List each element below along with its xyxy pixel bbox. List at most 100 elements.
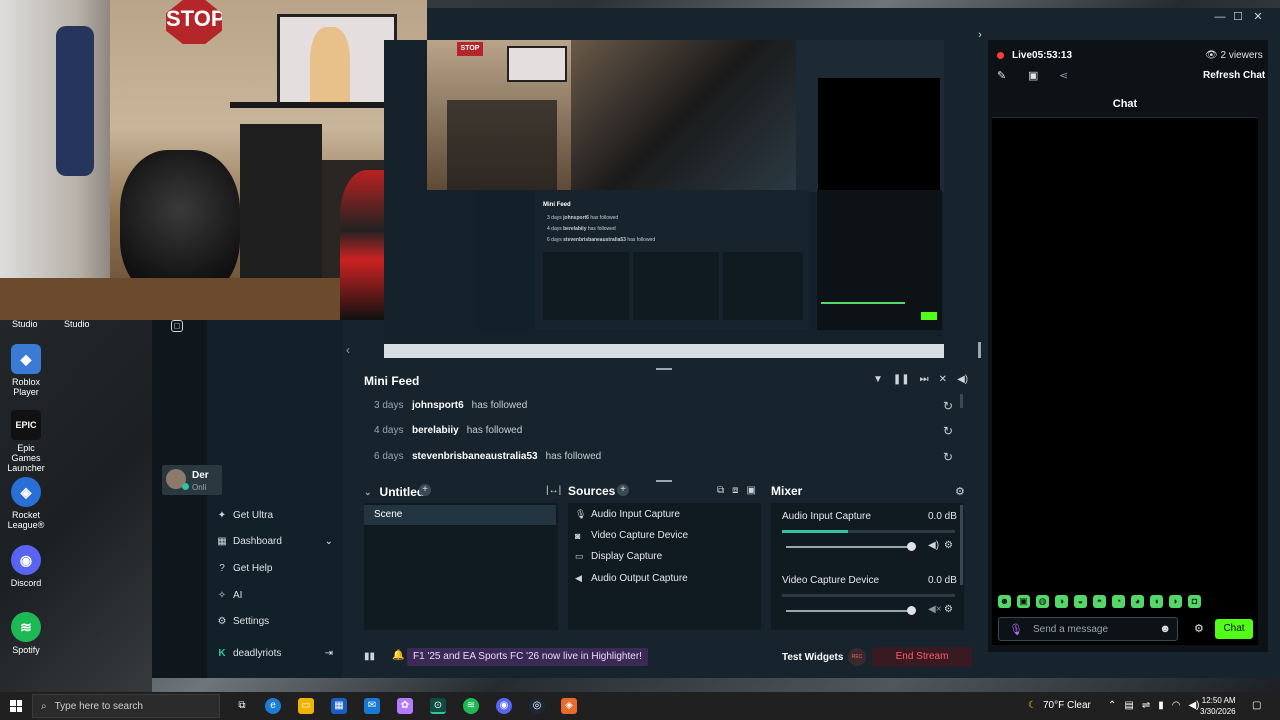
taskbar-search[interactable]: ⌕ Type here to search <box>32 694 220 718</box>
skip-icon[interactable]: ⏭ <box>920 374 929 385</box>
pencil-icon[interactable]: ✎ <box>997 69 1006 82</box>
mixer-settings-gear-icon[interactable]: ⚙ <box>955 485 965 498</box>
volume-slider[interactable] <box>786 606 916 615</box>
spotify-taskbar-icon[interactable]: ≋ <box>463 698 479 714</box>
highlighter-notice[interactable]: F1 '25 and EA Sports FC '26 now live in … <box>407 648 648 666</box>
tray-chevron-icon[interactable]: ⌃ <box>1108 700 1116 711</box>
desktop-icon-roblox[interactable]: ◆ Roblox Player <box>2 344 50 397</box>
notification-icon[interactable]: ▢ <box>1252 700 1261 711</box>
add-source-button[interactable]: + <box>617 484 629 496</box>
emoji-icon[interactable]: ☻ <box>1159 623 1171 635</box>
drag-handle[interactable] <box>656 480 672 482</box>
performance-stats-icon[interactable]: ▮▮ <box>364 651 375 662</box>
desktop-icon-epic[interactable]: EPIC Epic Games Launcher <box>2 410 50 473</box>
group-icon[interactable]: ⧈ <box>732 485 738 496</box>
test-widgets-button[interactable]: Test Widgets <box>782 652 843 663</box>
volume-slider[interactable] <box>786 542 916 551</box>
search-input[interactable]: Type here to search <box>55 701 143 712</box>
nav-get-ultra[interactable]: ✦ Get Ultra <box>217 510 273 521</box>
steam-icon[interactable]: ◎ <box>529 698 545 714</box>
logout-icon[interactable]: ⇥ <box>325 648 333 659</box>
usb-icon[interactable]: ⇌ <box>1142 700 1150 711</box>
nav-dashboard[interactable]: ▦ Dashboard ⌄ <box>217 536 333 547</box>
send-chat-button[interactable]: Chat <box>1215 619 1253 639</box>
add-scene-button[interactable]: + <box>419 484 431 496</box>
nav-get-help[interactable]: ? Get Help <box>217 563 272 574</box>
filter-icon[interactable]: ▼ <box>873 374 883 385</box>
edge-icon[interactable]: e <box>265 698 281 714</box>
feed-user[interactable]: stevenbrisbaneaustralia53 <box>412 451 538 462</box>
pause-icon[interactable]: ❚❚ <box>893 374 910 385</box>
clock[interactable]: 12:50 AM 3/30/2026 <box>1200 695 1236 717</box>
mini-feed-scrollbar[interactable] <box>960 394 963 408</box>
battery-icon[interactable]: ▮ <box>1158 700 1164 711</box>
network-icon[interactable]: ▤ <box>1124 700 1133 711</box>
minimize-button[interactable]: — <box>1210 8 1230 26</box>
mixer-scrollbar[interactable] <box>960 505 963 585</box>
emote-icon[interactable]: ◕ <box>1131 595 1144 608</box>
scene-transition-icon[interactable]: |↔| <box>546 485 561 496</box>
source-item[interactable]: 🎙 Audio Input Capture <box>575 509 680 520</box>
replay-alert-icon[interactable]: ↻ <box>943 425 955 437</box>
windows-start-icon[interactable] <box>10 700 22 712</box>
share-icon[interactable]: ⋖ <box>1059 69 1068 82</box>
emote-icon[interactable]: ◔ <box>1112 595 1125 608</box>
drag-handle[interactable] <box>656 368 672 370</box>
volume-slider-knob[interactable] <box>907 606 916 615</box>
emote-icon[interactable]: ◍ <box>1036 595 1049 608</box>
channel-settings-gear-icon[interactable]: ⚙ <box>944 604 953 615</box>
desktop-icon-rocket-league[interactable]: ◈ Rocket League® <box>2 477 50 530</box>
task-view-icon[interactable]: ⧉ <box>234 698 250 714</box>
chevron-right-icon[interactable]: › <box>970 26 990 44</box>
emote-icon[interactable]: ◑ <box>1055 595 1068 608</box>
clip-icon[interactable]: ▣ <box>1028 69 1038 82</box>
preview-resize-handle[interactable] <box>978 342 981 358</box>
mute-alerts-icon[interactable]: ✕ <box>939 374 947 385</box>
source-item[interactable]: ▭ Display Capture <box>575 551 662 562</box>
emote-icon[interactable]: ◘ <box>1188 595 1201 608</box>
nav-settings[interactable]: ⚙ Settings <box>217 616 270 627</box>
copilot-icon[interactable]: ✿ <box>397 698 413 714</box>
volume-icon[interactable]: ◀) <box>957 374 968 385</box>
emote-icon[interactable]: ◓ <box>1093 595 1106 608</box>
close-button[interactable]: ✕ <box>1248 8 1268 26</box>
replay-alert-icon[interactable]: ↻ <box>943 400 955 412</box>
chat-settings-gear-icon[interactable]: ⚙ <box>1194 622 1204 635</box>
app-taskbar-icon[interactable]: ◈ <box>561 698 577 714</box>
refresh-chat-button[interactable]: Refresh Chat <box>1203 70 1265 81</box>
speaker-mute-icon[interactable]: ◀) <box>928 540 939 551</box>
scene-collection-selector[interactable]: ⌄ Untitled <box>364 485 424 499</box>
file-explorer-icon[interactable]: ▭ <box>298 698 314 714</box>
streamlabs-taskbar-icon[interactable]: ⊙ <box>430 698 446 714</box>
maximize-button[interactable]: ☐ <box>1228 8 1248 26</box>
studio-mode-icon[interactable]: ◻ <box>171 320 183 332</box>
feed-user[interactable]: johnsport6 <box>412 400 464 411</box>
nav-account[interactable]: K deadlyriots ⇥ <box>217 648 333 659</box>
user-card[interactable]: Der Onli <box>162 465 222 495</box>
emote-icon[interactable]: ◗ <box>1169 595 1182 608</box>
feed-user[interactable]: berelabiiy <box>412 425 459 436</box>
emote-icon[interactable]: ▣ <box>1017 595 1030 608</box>
end-stream-button[interactable]: End Stream <box>872 647 972 667</box>
emote-icon[interactable]: ◖ <box>1150 595 1163 608</box>
bell-icon[interactable]: 🔔 <box>392 650 404 661</box>
desktop-icon-spotify[interactable]: ≋ Spotify <box>2 612 50 655</box>
emote-icon[interactable]: ◒ <box>1074 595 1087 608</box>
replay-alert-icon[interactable]: ↻ <box>943 451 955 463</box>
weather-widget[interactable]: ☾ 70°F Clear <box>1028 700 1091 711</box>
record-button[interactable]: REC <box>848 648 866 666</box>
folder-icon[interactable]: ⧉ <box>717 485 724 496</box>
scene-item-selected[interactable]: Scene <box>364 505 556 525</box>
chat-input[interactable]: Send a message <box>1033 624 1149 635</box>
source-item[interactable]: ◀ Audio Output Capture <box>575 573 688 584</box>
source-layers-icon[interactable]: ▣ <box>747 485 756 496</box>
desktop-icon-discord[interactable]: ◉ Discord <box>2 545 50 588</box>
speaker-tray-icon[interactable]: ◀) <box>1188 700 1199 711</box>
chat-input-box[interactable]: 🎙 Send a message ☻ <box>998 617 1178 641</box>
wifi-icon[interactable]: ◠ <box>1172 700 1181 711</box>
nav-ai[interactable]: ✧ AI <box>217 590 243 601</box>
store-icon[interactable]: ▦ <box>331 698 347 714</box>
microphone-icon[interactable]: 🎙 <box>1009 623 1023 636</box>
mail-icon[interactable]: ✉ <box>364 698 380 714</box>
collapse-chevron-icon[interactable]: ‹ <box>346 343 350 357</box>
